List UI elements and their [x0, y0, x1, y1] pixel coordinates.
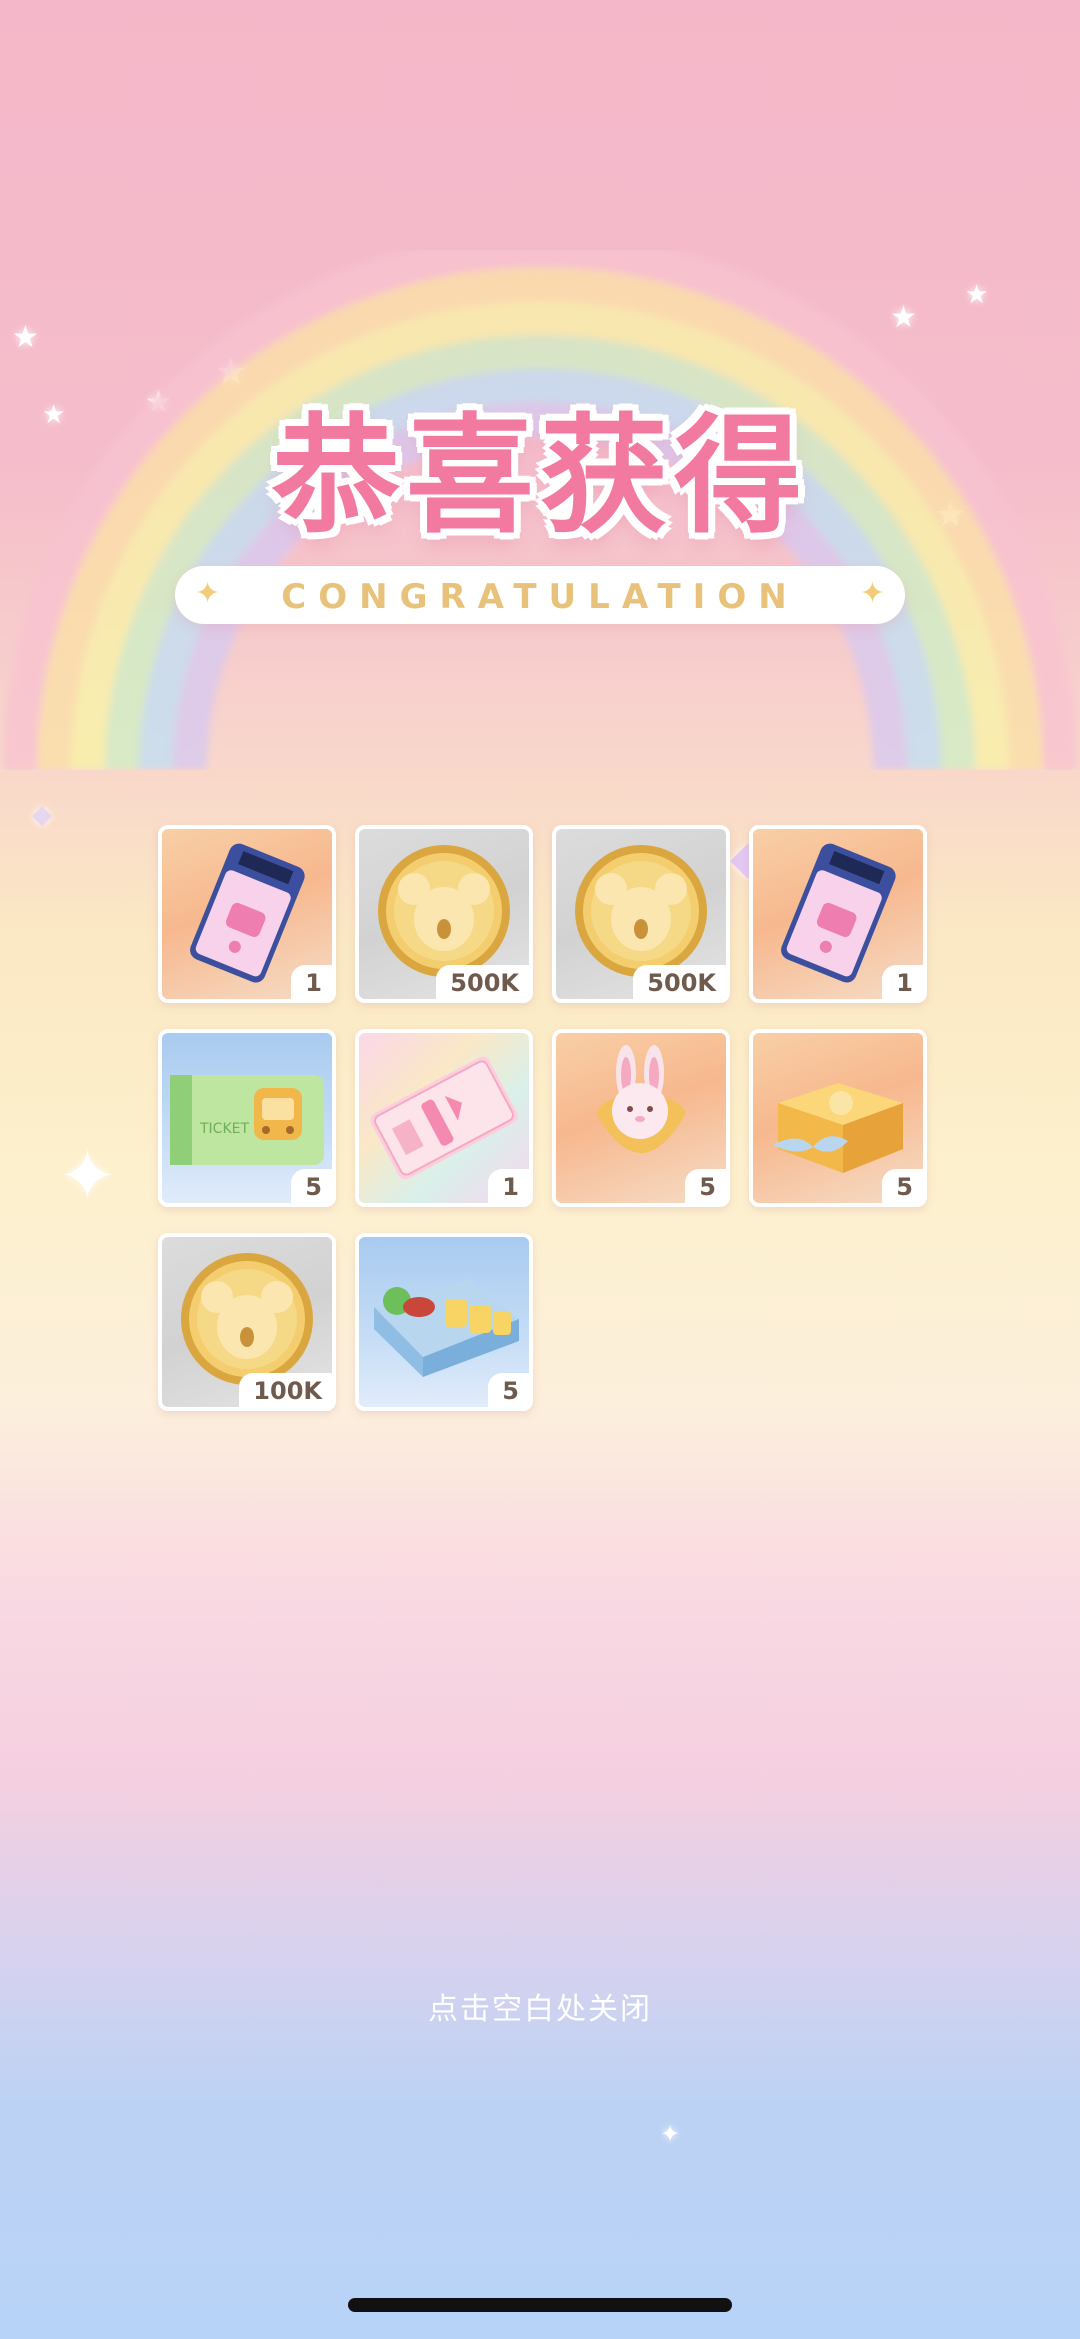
- reward-item-pink-voucher[interactable]: 1: [355, 1029, 533, 1207]
- congratulation-banner: ✦ CONGRATULATION ✦: [175, 566, 905, 624]
- reward-count: 1: [291, 965, 332, 999]
- reward-count: 5: [685, 1169, 726, 1203]
- close-hint[interactable]: 点击空白处关闭: [0, 1984, 1080, 2028]
- reward-count: 5: [882, 1169, 923, 1203]
- reward-item-coin[interactable]: 500K: [355, 825, 533, 1003]
- reward-count: 500K: [633, 965, 726, 999]
- reward-count: 1: [882, 965, 923, 999]
- reward-count: 500K: [436, 965, 529, 999]
- reward-item-bunny-pouch[interactable]: 5: [552, 1029, 730, 1207]
- reward-item-gift-box[interactable]: 5: [749, 1029, 927, 1207]
- reward-count: 5: [488, 1373, 529, 1407]
- reward-grid: 1 500K 500K 1 TICKET 5 1 5 5 100K 5: [158, 825, 933, 1411]
- reward-item-coin[interactable]: 100K: [158, 1233, 336, 1411]
- star-icon: ✦: [859, 576, 885, 611]
- congratulation-title: 恭喜获得: [271, 402, 808, 551]
- reward-count: 1: [488, 1169, 529, 1203]
- reward-item-coin[interactable]: 500K: [552, 825, 730, 1003]
- reward-item-ticket[interactable]: 1: [749, 825, 927, 1003]
- reward-item-bento-box[interactable]: 5: [355, 1233, 533, 1411]
- ticket-label: TICKET: [199, 1121, 249, 1137]
- reward-item-ticket[interactable]: 1: [158, 825, 336, 1003]
- sparkle-icon: ✦: [660, 2120, 681, 2148]
- sparkle-icon: ◆: [32, 800, 52, 830]
- congratulation-subtitle: CONGRATULATION: [281, 577, 799, 617]
- reward-count: 100K: [239, 1373, 332, 1407]
- reward-item-green-ticket[interactable]: TICKET 5: [158, 1029, 336, 1207]
- reward-count: 5: [291, 1169, 332, 1203]
- home-indicator[interactable]: [348, 2298, 732, 2312]
- sparkle-icon: ✦: [58, 1135, 117, 1217]
